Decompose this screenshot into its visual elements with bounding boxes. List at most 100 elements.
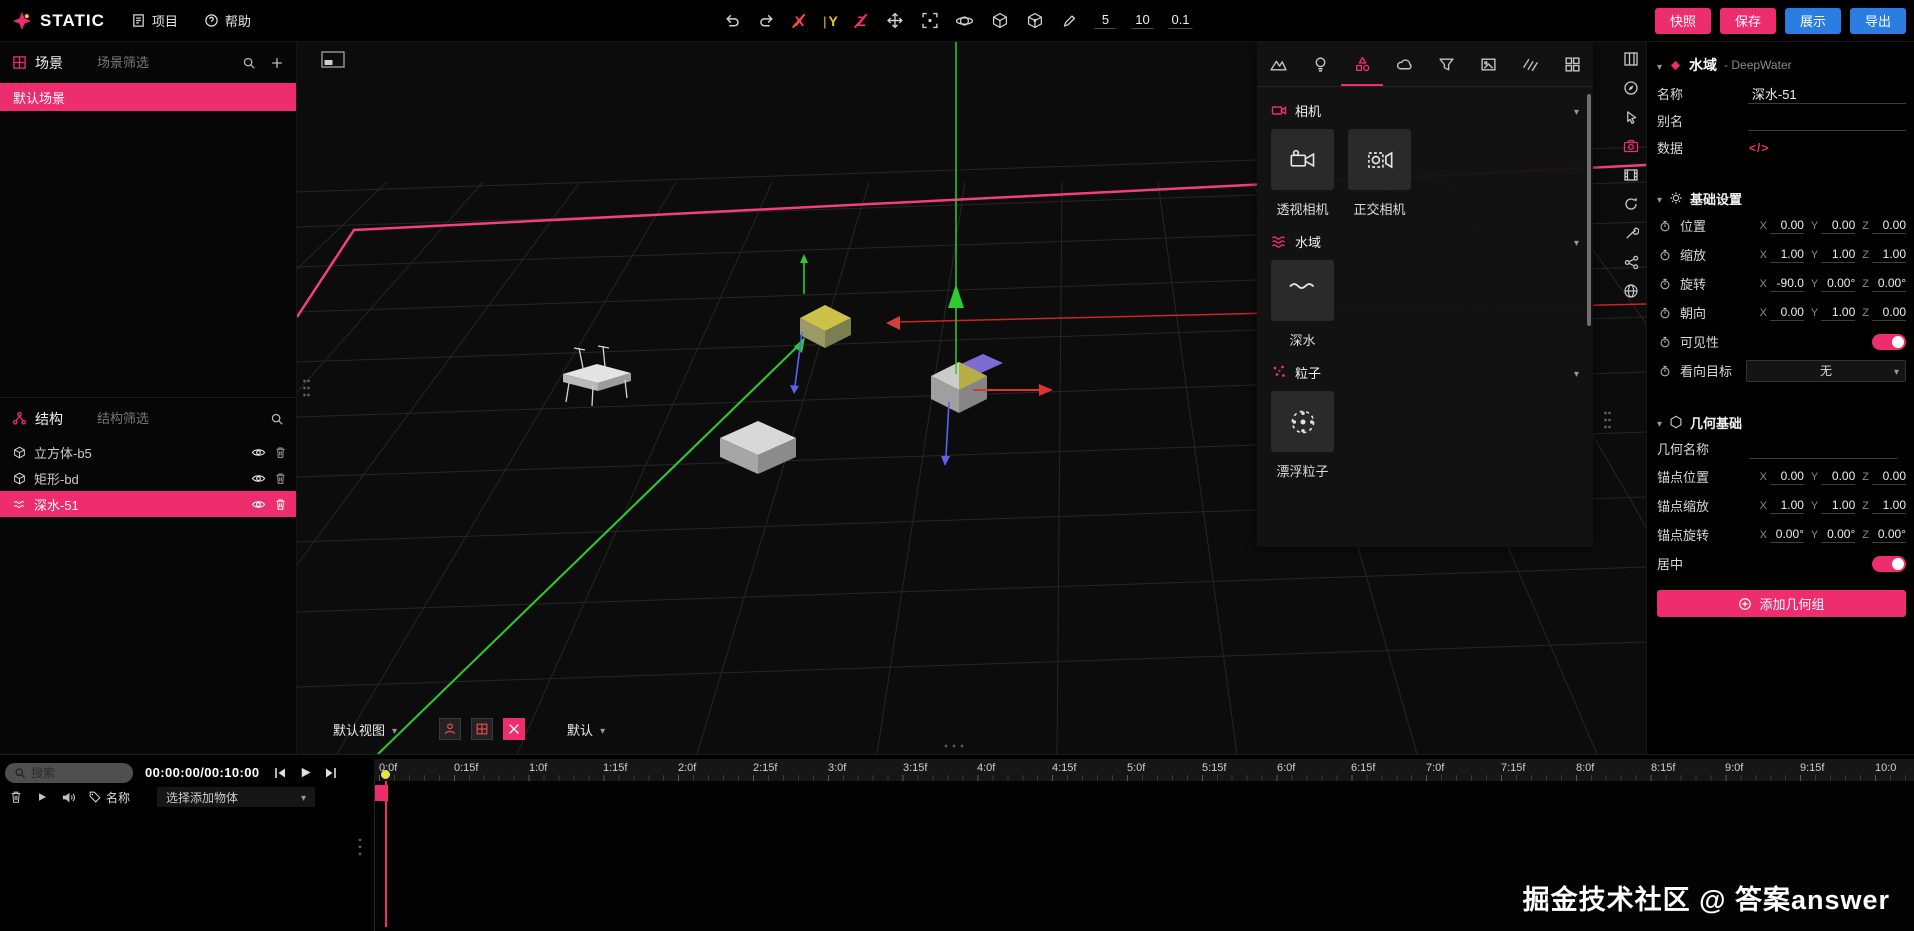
save-button[interactable]: 保存 xyxy=(1719,7,1776,34)
snapshot-button[interactable]: 快照 xyxy=(1654,7,1711,34)
timeline-left-resize-handle[interactable] xyxy=(357,837,363,861)
basic-settings-header[interactable]: 基础设置 xyxy=(1657,185,1906,211)
tab-hatch-icon[interactable] xyxy=(1509,42,1551,86)
name-input[interactable]: 深水-51 xyxy=(1747,84,1906,104)
viewport-preview-icon[interactable] xyxy=(321,51,345,70)
center-toggle[interactable] xyxy=(1872,555,1906,572)
collapse-chevron-icon[interactable] xyxy=(1574,103,1579,118)
tab-image-icon[interactable] xyxy=(1467,42,1509,86)
timeline-resize-handle[interactable] xyxy=(943,743,965,749)
play-icon[interactable] xyxy=(298,765,313,780)
scale-y-field[interactable]: 1.00 xyxy=(1821,247,1856,263)
playhead-marker[interactable] xyxy=(375,785,388,801)
anchor-scale-y-field[interactable]: 1.00 xyxy=(1821,498,1856,514)
tab-light-icon[interactable] xyxy=(1299,42,1341,86)
tab-cloud-icon[interactable] xyxy=(1383,42,1425,86)
compass-icon[interactable] xyxy=(1620,77,1642,99)
move-tool-icon[interactable] xyxy=(884,11,904,31)
search-icon[interactable] xyxy=(270,412,284,426)
anchor-position-x-field[interactable]: 0.00 xyxy=(1769,469,1804,485)
gizmo-view-toggle[interactable] xyxy=(503,718,526,740)
geometry-section-header[interactable]: 几何基础 xyxy=(1657,409,1906,435)
export-button[interactable]: 导出 xyxy=(1849,7,1906,34)
object-box[interactable] xyxy=(720,421,796,474)
frame-select-icon[interactable] xyxy=(919,11,939,31)
preset-select[interactable]: 默认 xyxy=(567,720,605,739)
position-y-field[interactable]: 0.00 xyxy=(1821,218,1856,234)
local-pivot-icon[interactable] xyxy=(989,11,1009,31)
structure-item-rect[interactable]: 矩形-bd xyxy=(0,465,296,491)
person-view-toggle[interactable] xyxy=(439,718,462,740)
panel-columns-icon[interactable] xyxy=(1620,48,1642,70)
library-item-deep-water[interactable]: 深水 xyxy=(1271,260,1334,349)
library-section-camera[interactable]: 相机 xyxy=(1257,93,1593,127)
timeline-ruler[interactable]: 0:0f 0:15f 1:0f 1:15f 2:0f 2:15f 3:0f 3:… xyxy=(374,759,1914,781)
collapse-chevron-icon[interactable] xyxy=(1657,58,1662,73)
library-item-orthographic-camera[interactable]: 正交相机 xyxy=(1348,129,1411,218)
previous-frame-icon[interactable] xyxy=(272,765,288,781)
film-icon[interactable] xyxy=(1620,164,1642,186)
anchor-rotation-z-field[interactable]: 0.00° xyxy=(1872,527,1906,543)
code-editor-icon[interactable]: </> xyxy=(1749,141,1769,155)
object-water[interactable] xyxy=(931,354,1003,413)
redo-icon[interactable] xyxy=(756,11,776,31)
visibility-toggle[interactable] xyxy=(1872,333,1906,350)
geometry-name-input[interactable] xyxy=(1749,439,1897,459)
add-object-select[interactable]: 选择添加物体 xyxy=(157,787,316,807)
collapse-chevron-icon[interactable] xyxy=(1657,415,1662,430)
tab-blocks-icon[interactable] xyxy=(1551,42,1593,86)
rotation-x-field[interactable]: -90.0 xyxy=(1769,276,1804,292)
playhead-line[interactable] xyxy=(385,781,387,927)
object-cube-selected[interactable] xyxy=(790,254,851,394)
grid-view-toggle[interactable] xyxy=(471,718,494,740)
alias-input[interactable] xyxy=(1747,111,1906,131)
orientation-y-field[interactable]: 1.00 xyxy=(1821,305,1856,321)
structure-item-cube[interactable]: 立方体-b5 xyxy=(0,439,296,465)
library-item-perspective-camera[interactable]: 透视相机 xyxy=(1271,129,1334,218)
view-select[interactable]: 默认视图 xyxy=(333,720,397,739)
globe-icon[interactable] xyxy=(1620,280,1642,302)
tab-terrain-icon[interactable] xyxy=(1257,42,1299,86)
timeline-search[interactable] xyxy=(5,762,133,783)
next-frame-icon[interactable] xyxy=(323,765,339,781)
library-item-floating-particles[interactable]: 漂浮粒子 xyxy=(1271,391,1334,480)
keyframe-stopwatch-icon[interactable] xyxy=(1657,277,1673,291)
anchor-scale-x-field[interactable]: 1.00 xyxy=(1769,498,1804,514)
visibility-eye-icon[interactable] xyxy=(251,471,266,486)
axis-x-toggle[interactable]: X xyxy=(791,13,807,29)
delete-trash-icon[interactable] xyxy=(274,472,287,485)
timeline-search-input[interactable] xyxy=(31,765,111,780)
keyframe-stopwatch-icon[interactable] xyxy=(1657,306,1673,320)
scale-x-field[interactable]: 1.00 xyxy=(1769,247,1804,263)
collapse-chevron-icon[interactable] xyxy=(1657,191,1662,206)
visibility-eye-icon[interactable] xyxy=(251,497,266,512)
library-scrollbar[interactable] xyxy=(1587,94,1591,326)
keyframe-stopwatch-icon[interactable] xyxy=(1657,219,1673,233)
track-name-header[interactable]: 名称 xyxy=(89,789,130,806)
tab-filter-icon[interactable] xyxy=(1425,42,1467,86)
axis-z-toggle[interactable]: Z xyxy=(853,13,869,29)
anchor-rotation-x-field[interactable]: 0.00° xyxy=(1769,527,1804,543)
properties-header[interactable]: 水域 - DeepWater xyxy=(1657,50,1906,80)
orientation-z-field[interactable]: 0.00 xyxy=(1872,305,1906,321)
rotation-z-field[interactable]: 0.00° xyxy=(1872,276,1906,292)
play-track-icon[interactable] xyxy=(36,791,48,803)
keyframe-stopwatch-icon[interactable] xyxy=(1657,248,1673,262)
collapse-chevron-icon[interactable] xyxy=(1574,234,1579,249)
global-pivot-icon[interactable] xyxy=(1024,11,1044,31)
snap-step-field[interactable]: 0.1 xyxy=(1168,12,1193,29)
screenshot-camera-icon[interactable] xyxy=(1620,135,1642,157)
keyframe-stopwatch-icon[interactable] xyxy=(1657,335,1673,349)
position-x-field[interactable]: 0.00 xyxy=(1769,218,1804,234)
menu-project[interactable]: 项目 xyxy=(131,11,178,30)
position-z-field[interactable]: 0.00 xyxy=(1872,218,1906,234)
wrench-icon[interactable] xyxy=(1620,222,1642,244)
search-icon[interactable] xyxy=(242,56,256,70)
scene-filter-input[interactable] xyxy=(97,55,209,70)
collapse-chevron-icon[interactable] xyxy=(1574,365,1579,380)
volume-icon[interactable] xyxy=(61,790,76,805)
tab-scene-objects-icon[interactable] xyxy=(1341,42,1383,86)
refresh-icon[interactable] xyxy=(1620,193,1642,215)
library-section-particles[interactable]: 粒子 xyxy=(1257,355,1593,389)
cursor-icon[interactable] xyxy=(1620,106,1642,128)
